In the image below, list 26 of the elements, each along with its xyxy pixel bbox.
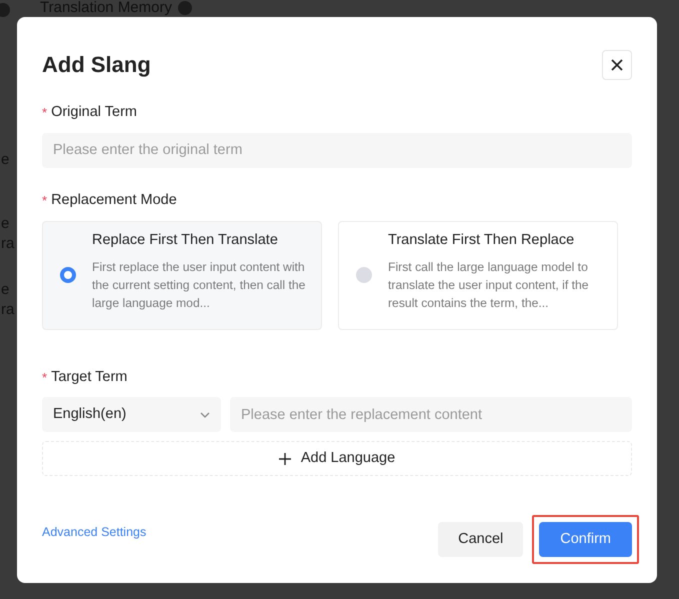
field-label: Replacement Mode — [51, 190, 177, 210]
option-description: First replace the user input content with the current setting content, then call the large language mod... — [92, 259, 306, 312]
close-icon — [611, 59, 623, 71]
language-select[interactable]: English(en) — [42, 397, 221, 432]
radio-button[interactable] — [60, 267, 76, 283]
field-label: Original Term — [51, 103, 138, 122]
chevron-down-icon — [200, 412, 210, 418]
plus-icon — [278, 452, 291, 465]
input-field[interactable]: Please enter the original term — [42, 132, 632, 168]
cancel-button[interactable]: Cancel — [438, 522, 524, 558]
option-title: Replace First Then Translate — [92, 230, 279, 250]
required-mark: * — [42, 192, 48, 210]
mode-option-card[interactable]: Translate First Then Replace First call the large language model to translate the user input content, if the result contains the term, the... — [338, 220, 618, 330]
required-mark: * — [42, 104, 48, 122]
field-label: Target Term — [51, 368, 128, 386]
dialog-title: Add Slang — [42, 54, 151, 76]
advanced-settings-link[interactable]: Advanced Settings — [42, 523, 146, 542]
option-title: Translate First Then Replace — [388, 230, 576, 250]
option-description: First call the large language model to translate the user input content, if the result contains the term, the... — [388, 259, 590, 312]
confirm-button[interactable]: Confirm — [539, 522, 632, 558]
input-field[interactable]: Please enter the replacement content — [230, 397, 632, 432]
required-mark: * — [42, 368, 48, 387]
mode-option-card[interactable]: Replace First Then Translate First replace the user input content with the current setting content, then call the large language mod... — [42, 220, 322, 330]
close-button[interactable] — [602, 50, 632, 80]
radio-button[interactable] — [356, 267, 372, 283]
add-language-button[interactable]: Add Language — [42, 441, 632, 476]
